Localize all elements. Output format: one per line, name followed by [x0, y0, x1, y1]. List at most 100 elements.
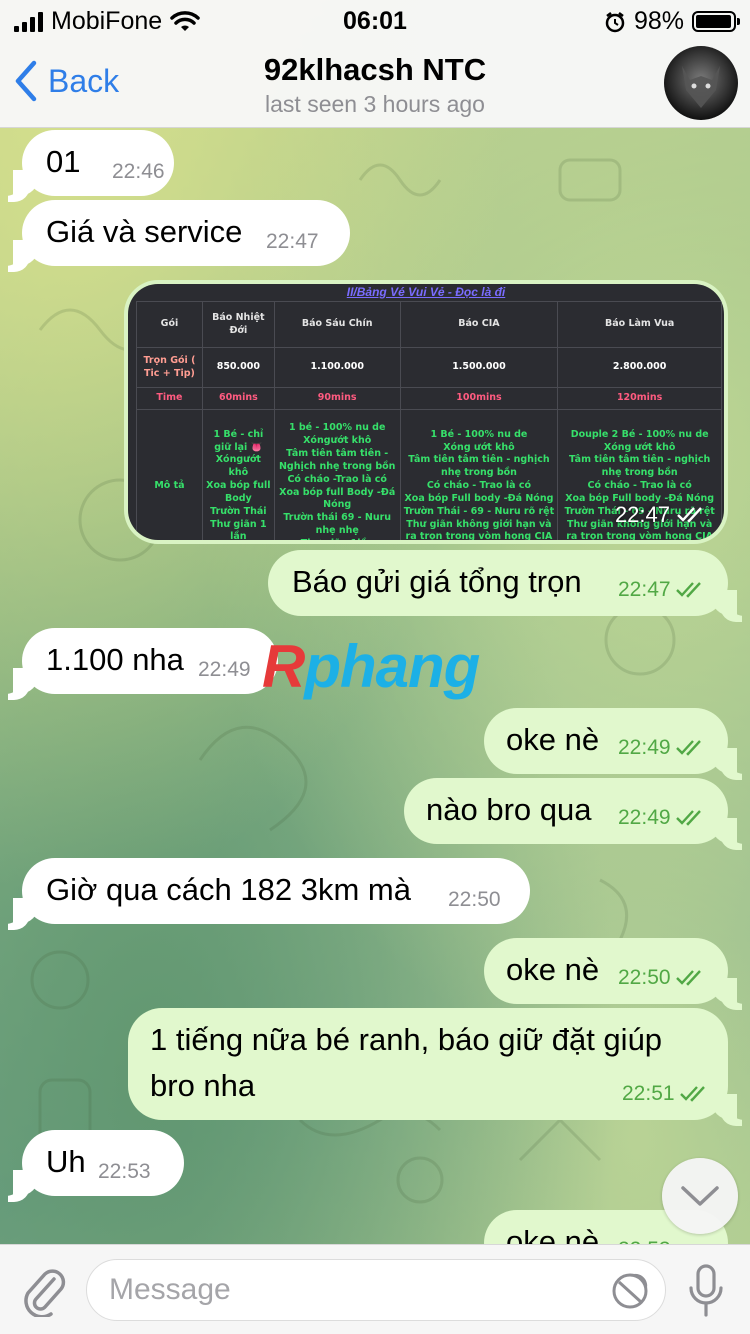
table-title: II/Bảng Vé Vui Vẻ - Đọc là đi — [346, 285, 506, 299]
paperclip-icon[interactable] — [20, 1265, 68, 1317]
table-cell-line: Có cháo - Trao là có — [426, 480, 532, 492]
table-cell-line: Tâm tiên tâm tiên - nghịch — [568, 454, 711, 466]
table-cell-line: Thư giãn không giới hạn và — [406, 518, 552, 530]
table-cell: Mô tả — [136, 409, 203, 540]
microphone-icon[interactable] — [686, 1263, 726, 1319]
table-cell-line: Xóng ướt khô — [603, 441, 676, 453]
table-cell-line: Tâm tiên tâm tiên - — [286, 448, 389, 460]
message-text-line: bro nha — [150, 1068, 256, 1103]
incoming-message[interactable]: 1.100 nha 22:49 — [13, 628, 278, 694]
table-cell-line: Xóng ướt khô — [443, 441, 515, 453]
message-text: Giá và service — [46, 214, 243, 249]
chat-title[interactable]: 92klhacsh NTC — [0, 52, 750, 88]
table-cell: Time — [136, 387, 203, 410]
message-text: Uh — [46, 1144, 86, 1179]
table-cell-line: nhẹ nhẹ — [315, 524, 359, 536]
message-text: oke nè — [506, 722, 600, 757]
table-cell: 1.100.000 — [273, 347, 401, 388]
message-time: 22:49 — [618, 806, 705, 830]
message-time: 22:47 — [618, 578, 705, 602]
table-cell: 1.500.000 — [399, 347, 559, 388]
outgoing-message[interactable]: nào bro qua 22:49 — [404, 778, 737, 844]
incoming-message[interactable]: 01 22:46 — [13, 130, 174, 196]
message-time: 22:49 — [618, 736, 705, 760]
outgoing-message[interactable]: 1 tiếng nữa bé ranh, báo giữ đặt giúp br… — [128, 1008, 737, 1120]
table-cell-line: Xoa bóp Full body -Đá Nóng — [404, 492, 554, 504]
table-cell-line: Thư giãn 1 — [210, 518, 267, 530]
table-cell-line: Tâm tiên tâm tiên - nghịch — [408, 454, 550, 466]
table-cell-line: Xóngướt khô — [215, 454, 261, 479]
table-cell-line: Xoa bóp full Body -Đá — [279, 486, 396, 498]
table-cell-line: Xoa bóp full — [206, 480, 271, 492]
table-cell: 100mins — [399, 387, 559, 410]
table-header-row: Gói Báo Nhiệt Đới Báo Sáu Chín Báo CIA B… — [136, 301, 722, 348]
incoming-message[interactable]: Giờ qua cách 182 3km mà 22:50 — [13, 858, 530, 924]
table-cell-line: Có cháo - Trao là có — [587, 480, 692, 492]
avatar[interactable] — [664, 46, 738, 120]
double-check-icon — [675, 740, 701, 756]
table-cell-line: Có cháo -Trao là có — [287, 473, 387, 485]
table-cell-line: giữ lại 👅 — [214, 441, 263, 453]
table-cell-line: Douple 2 Bé - 100% nu de — [570, 428, 709, 440]
chevron-down-icon — [681, 1186, 719, 1206]
message-time: 22:46 — [112, 160, 165, 183]
wolf-avatar-image — [682, 66, 720, 108]
outgoing-message[interactable]: oke nè 22:50 — [484, 938, 737, 1004]
incoming-message[interactable]: Uh 22:53 — [13, 1130, 184, 1196]
message-text-line: 1 tiếng nữa bé ranh, báo giữ đặt giúp — [150, 1022, 663, 1057]
message-text: nào bro qua — [426, 792, 592, 827]
table-cell: 850.000 — [201, 347, 275, 388]
message-time: 22:49 — [198, 658, 251, 681]
double-check-icon — [675, 970, 701, 986]
battery-percent: 98% — [633, 7, 684, 35]
table-cell-line: Thư giãn 1lần — [301, 538, 374, 540]
table-cell: 60mins — [201, 387, 275, 410]
scroll-to-bottom-button[interactable] — [662, 1158, 738, 1234]
message-field — [86, 1259, 666, 1321]
message-text: 1.100 nha — [46, 642, 184, 677]
double-check-icon — [679, 1086, 705, 1102]
table-cell-line: Xóngướt khô — [303, 435, 372, 447]
table-cell: Trọn Gói ( Tic + Tip) — [136, 347, 203, 388]
table-cell-line: ra trọn trong vòm họng CIA — [566, 531, 714, 540]
composer-bar — [0, 1244, 750, 1334]
top-bar: MobiFone 06:01 98% Back 92klhacsh NTC la… — [0, 0, 750, 128]
watermark-logo: Rphang — [262, 633, 480, 700]
message-text: Giờ qua cách 182 3km mà — [46, 872, 411, 907]
message-text: oke nè — [506, 952, 600, 987]
outgoing-message[interactable]: Báo gửi giá tổng trọn 22:47 — [268, 550, 737, 616]
table-cell-line: nhẹ trong bồn — [440, 467, 517, 479]
message-time: 22:53 — [98, 1160, 151, 1183]
message-time: 22:50 — [618, 966, 705, 990]
alarm-icon — [605, 11, 625, 32]
sticker-icon[interactable] — [611, 1272, 649, 1310]
status-right: 98% — [604, 7, 740, 36]
message-input[interactable] — [109, 1268, 589, 1312]
table-cell-line: nhẹ trong bồn — [601, 467, 678, 479]
message-time: 22:50 — [448, 888, 501, 911]
table-row: Time 60mins 90mins 100mins 120mins — [136, 387, 722, 410]
incoming-message[interactable]: Giá và service 22:47 — [13, 200, 350, 266]
table-cell: 1 Bé - 100% nu de Xóng ướt khô Tâm tiên tâ… — [399, 409, 559, 540]
table-cell-line: Trườn Thái - 69 - Nuru rõ rệt — [403, 505, 555, 517]
table-header-cell: Báo Sáu Chín — [273, 301, 401, 348]
status-bar: MobiFone 06:01 98% — [0, 0, 750, 40]
double-check-icon — [677, 507, 702, 523]
table-row: Trọn Gói ( Tic + Tip) 850.000 1.100.000 … — [136, 347, 722, 388]
battery-icon — [692, 11, 740, 32]
table-cell: 120mins — [557, 387, 722, 410]
photo-message[interactable]: II/Bảng Vé Vui Vẻ - Đọc là đi Gói Báo Nh… — [124, 280, 728, 544]
message-time: 22:51 — [622, 1082, 709, 1106]
table-cell-line: Body — [224, 492, 252, 504]
table-header-cell: Báo Làm Vua — [557, 301, 722, 348]
table-cell-line: Trườn thái 69 - Nuru — [283, 512, 392, 524]
double-check-icon — [675, 810, 701, 826]
message-time: 22:47 — [266, 230, 319, 253]
table-cell: 1 Bé - chỉ giữ lại 👅 Xóngướt khô Xoa bóp fu… — [201, 409, 275, 540]
table-cell-line: Trườn Thái — [210, 505, 267, 517]
outgoing-message[interactable]: oke nè 22:49 — [484, 708, 737, 774]
table-cell: 90mins — [273, 387, 401, 410]
message-text: Báo gửi giá tổng trọn — [292, 564, 582, 599]
message-text: 01 — [46, 144, 81, 179]
table-header-cell: Báo Nhiệt Đới — [201, 301, 275, 348]
